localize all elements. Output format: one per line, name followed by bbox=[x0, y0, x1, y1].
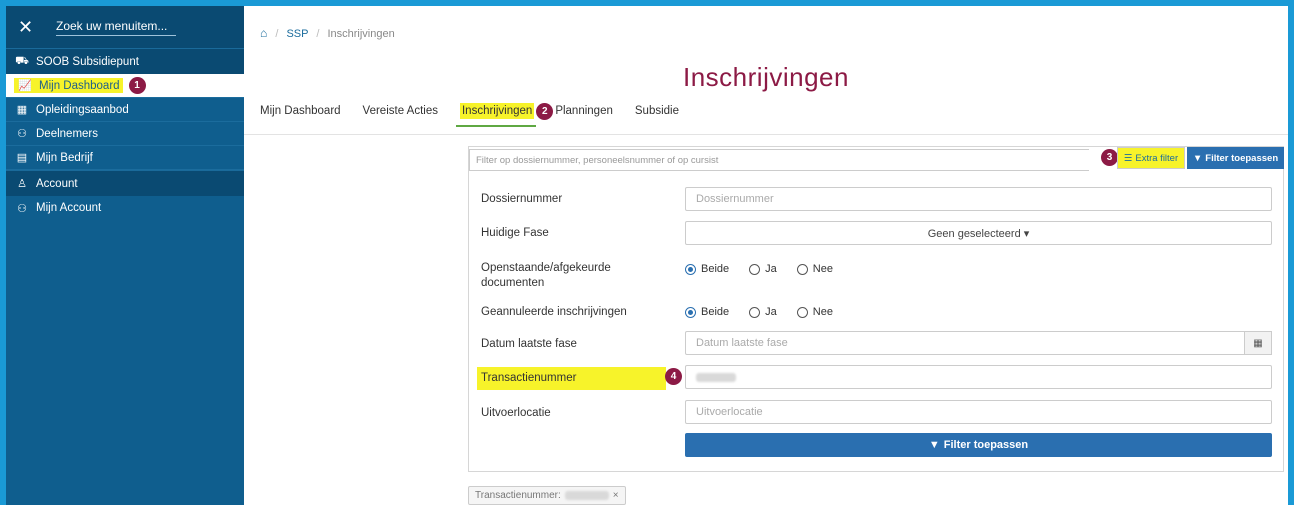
tab-inschrijvingen[interactable]: Inschrijvingen bbox=[455, 101, 537, 127]
active-filter-chip: Transactienummer: × bbox=[468, 486, 626, 505]
sidebar-item-dashboard[interactable]: 📈 Mijn Dashboard 1 bbox=[6, 74, 244, 98]
radio-label: Nee bbox=[812, 306, 833, 318]
radio-beide[interactable]: Beide bbox=[685, 263, 729, 275]
radio-dot bbox=[796, 306, 808, 318]
radio-dot bbox=[749, 263, 761, 275]
breadcrumb: ⌂ / SSP / Inschrijvingen bbox=[260, 26, 395, 40]
sidebar-item-mijn-bedrijf[interactable]: ▤ Mijn Bedrijf bbox=[6, 146, 244, 170]
calendar-icon: ▦ bbox=[16, 104, 28, 116]
geannuleerd-label: Geannuleerde inschrijvingen bbox=[481, 306, 627, 318]
radio-nee[interactable]: Nee bbox=[796, 306, 833, 318]
sidebar-item-label: Mijn Account bbox=[36, 202, 102, 214]
step-badge: 4 bbox=[665, 368, 682, 385]
breadcrumb-ssp[interactable]: SSP bbox=[286, 28, 308, 40]
tab-bar: Mijn Dashboard Vereiste Acties Inschrijv… bbox=[260, 101, 701, 127]
huidige-fase-label: Huidige Fase bbox=[481, 227, 549, 239]
sidebar-section-label: SOOB Subsidiepunt bbox=[36, 55, 139, 68]
redacted-value bbox=[564, 491, 609, 500]
datum-input[interactable]: Datum laatste fase ▦ bbox=[685, 331, 1272, 355]
extra-filter-button[interactable]: ☰ Extra filter bbox=[1117, 147, 1185, 169]
radio-dot bbox=[685, 263, 696, 275]
sidebar-item-label: Mijn Dashboard bbox=[39, 80, 120, 92]
tabs-divider bbox=[244, 134, 1288, 135]
step-badge: 1 bbox=[128, 77, 146, 94]
step-badge: 2 bbox=[536, 102, 554, 120]
dossiernummer-input[interactable]: Dossiernummer bbox=[685, 187, 1272, 211]
calendar-icon[interactable]: ▦ bbox=[1244, 331, 1272, 355]
radio-dot bbox=[685, 306, 696, 318]
list-icon: ☰ bbox=[1123, 152, 1133, 164]
radio-nee[interactable]: Nee bbox=[796, 263, 833, 275]
tab-mijn-dashboard[interactable]: Mijn Dashboard bbox=[260, 101, 341, 121]
uitvoerlocatie-input[interactable]: Uitvoerlocatie bbox=[685, 400, 1272, 424]
sidebar-item-label: Mijn Bedrijf bbox=[36, 151, 93, 164]
main-content: ⌂ / SSP / Inschrijvingen Inschrijvingen … bbox=[244, 6, 1288, 505]
breadcrumb-current: Inschrijvingen bbox=[327, 28, 395, 40]
users-icon: ⚇ bbox=[17, 128, 27, 140]
step-badge: 3 bbox=[1101, 149, 1118, 166]
sidebar-section-soob[interactable]: ⛟ SOOB Subsidiepunt bbox=[6, 48, 244, 74]
radio-label: Beide bbox=[701, 263, 730, 275]
tab-vereiste-acties[interactable]: Vereiste Acties bbox=[363, 101, 438, 121]
transactienummer-input[interactable] bbox=[685, 365, 1272, 389]
filter-apply-small-label: Filter toepassen bbox=[1205, 152, 1279, 164]
sidebar-section-label: Account bbox=[36, 177, 78, 190]
menu-search[interactable]: ✕ Zoek uw menuitem... bbox=[6, 6, 244, 48]
radio-label: Ja bbox=[765, 263, 777, 275]
close-icon[interactable]: ✕ bbox=[18, 17, 40, 38]
menu-search-input[interactable]: Zoek uw menuitem... bbox=[56, 19, 176, 36]
filter-search-input[interactable]: Filter op dossiernummer, personeelsnumme… bbox=[469, 149, 1089, 171]
documenten-label: Openstaande/afgekeurde documenten bbox=[481, 262, 611, 289]
geannuleerd-radio-group: Beide Ja Nee bbox=[685, 306, 853, 318]
documenten-radio-group: Beide Ja Nee bbox=[685, 263, 853, 275]
tab-label: Inschrijvingen bbox=[459, 103, 535, 119]
chip-close-icon[interactable]: × bbox=[613, 490, 619, 501]
radio-label: Nee bbox=[812, 263, 833, 275]
filter-apply-button[interactable]: ▼ Filter toepassen bbox=[685, 433, 1272, 457]
filter-icon: ▼ bbox=[1192, 152, 1203, 164]
user-icon: ♙ bbox=[17, 178, 27, 190]
home-icon[interactable]: ⌂ bbox=[260, 26, 267, 40]
radio-label: Beide bbox=[701, 306, 730, 318]
tab-planningen[interactable]: Planningen bbox=[555, 101, 613, 121]
building-icon: ▤ bbox=[16, 152, 28, 164]
datum-placeholder: Datum laatste fase bbox=[696, 337, 788, 349]
sidebar-item-opleidingsaanbod[interactable]: ▦ Opleidingsaanbod bbox=[6, 98, 244, 122]
filter-apply-label: Filter toepassen bbox=[943, 439, 1029, 451]
datum-label: Datum laatste fase bbox=[481, 338, 577, 350]
filter-icon: ▼ bbox=[928, 439, 940, 451]
sidebar-section-account[interactable]: ♙ Account bbox=[6, 170, 244, 196]
line-chart-icon: 📈 bbox=[18, 80, 32, 92]
sidebar-item-label: Deelnemers bbox=[36, 127, 98, 140]
sidebar: ✕ Zoek uw menuitem... ⛟ SOOB Subsidiepun… bbox=[6, 6, 244, 505]
tab-subsidie[interactable]: Subsidie bbox=[635, 101, 679, 121]
sidebar-item-label: Opleidingsaanbod bbox=[36, 103, 129, 116]
truck-icon: ⛟ bbox=[15, 54, 29, 67]
filter-panel: Filter op dossiernummer, personeelsnumme… bbox=[468, 146, 1284, 472]
huidige-fase-select[interactable]: Geen geselecteerd ▾ bbox=[685, 221, 1272, 245]
radio-dot bbox=[749, 306, 761, 318]
dossiernummer-label: Dossiernummer bbox=[481, 193, 563, 205]
users-icon: ⚇ bbox=[17, 202, 27, 215]
extra-filter-label: Extra filter bbox=[1135, 152, 1179, 164]
radio-ja[interactable]: Ja bbox=[749, 306, 777, 318]
radio-label: Ja bbox=[765, 306, 777, 318]
chip-label: Transactienummer: bbox=[475, 490, 561, 501]
radio-beide[interactable]: Beide bbox=[685, 306, 729, 318]
sidebar-item-mijn-account[interactable]: ⚇ Mijn Account bbox=[6, 196, 244, 220]
radio-dot bbox=[796, 263, 808, 275]
transactienummer-label: Transactienummer bbox=[477, 367, 667, 390]
uitvoerlocatie-label: Uitvoerlocatie bbox=[481, 407, 551, 419]
page-title: Inschrijvingen bbox=[683, 62, 849, 92]
redacted-value bbox=[696, 372, 736, 382]
filter-apply-small-button[interactable]: ▼ Filter toepassen bbox=[1187, 147, 1284, 169]
radio-ja[interactable]: Ja bbox=[749, 263, 777, 275]
sidebar-item-deelnemers[interactable]: ⚇ Deelnemers bbox=[6, 122, 244, 146]
